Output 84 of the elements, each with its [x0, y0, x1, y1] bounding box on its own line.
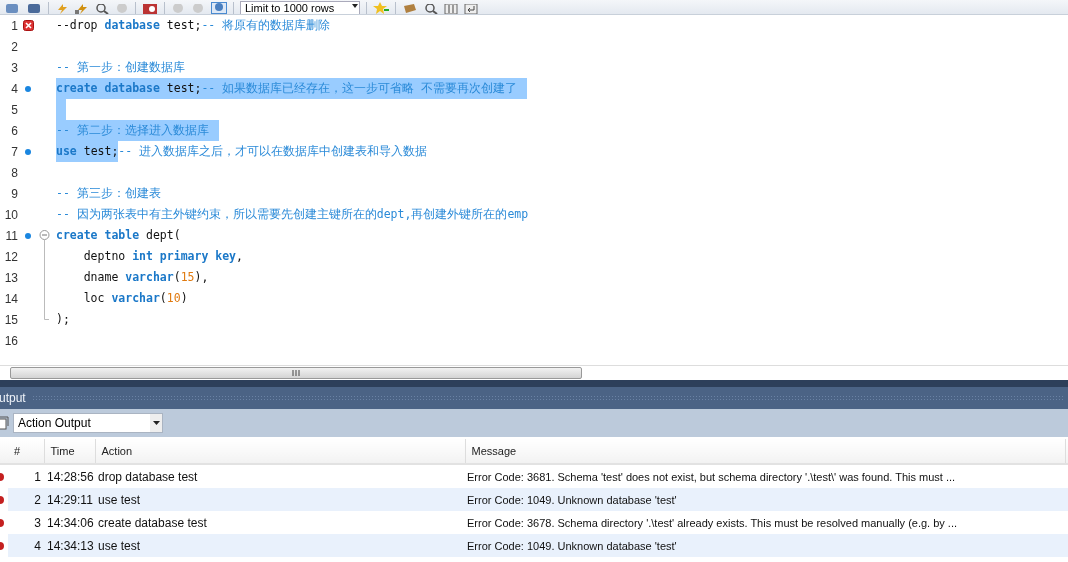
lightning-icon[interactable]	[55, 4, 69, 14]
fold-collapse-icon[interactable]	[39, 230, 50, 246]
line-number: 5	[10, 102, 18, 117]
code-text: -- 将原有的数据库删除	[201, 17, 331, 34]
table-cell: 14:28:56	[44, 464, 95, 488]
copy-icon[interactable]	[0, 416, 9, 430]
table-cell: Error Code: 1049. Unknown database 'test'	[465, 488, 1065, 511]
code-text: (	[159, 290, 167, 307]
line-number: 16	[3, 333, 18, 348]
row-limit-dropdown[interactable]: Limit to 1000 rows	[240, 1, 360, 14]
columns-icon[interactable]	[444, 4, 458, 14]
line-number: 12	[3, 249, 18, 264]
table-cell: Error Code: 1049. Unknown database 'test'	[465, 534, 1065, 557]
line-number: 14	[3, 291, 18, 306]
table-cell: 2	[8, 488, 44, 511]
code-text: ,	[236, 248, 243, 265]
star-add-icon[interactable]	[373, 2, 389, 14]
code-text: -- 第三步：创建表	[56, 185, 161, 202]
line-number: 13	[3, 270, 18, 285]
code-text: deptno	[82, 248, 127, 265]
line-number: 2	[10, 39, 18, 54]
search-icon[interactable]	[424, 4, 438, 14]
table-cell: drop database test	[95, 464, 465, 488]
code-text: )	[180, 290, 188, 307]
table-cell: 1	[8, 464, 44, 488]
lightning-cursor-icon[interactable]	[75, 4, 89, 14]
output-type-dropdown[interactable]: Action Output	[13, 413, 163, 433]
code-text: test;	[159, 78, 202, 99]
caret-icon[interactable]	[152, 420, 160, 426]
auto-commit-icon[interactable]	[211, 2, 227, 14]
panel-title: utput	[0, 391, 26, 405]
code-text: dname	[82, 269, 120, 286]
line-number: 6	[10, 123, 18, 138]
table-cell: use test	[95, 534, 465, 557]
code-text: use	[56, 141, 77, 162]
line-number: 7	[10, 144, 18, 159]
table-cell: 14:34:06	[44, 511, 95, 534]
column-header[interactable]: Time	[44, 439, 95, 464]
wrap-icon[interactable]	[464, 4, 478, 14]
table-cell: Error Code: 3681. Schema 'test' does not exist, but schema directory '.\test\' was found. This must ...	[465, 464, 1065, 488]
magnifier-icon[interactable]	[95, 4, 109, 14]
table-cell: 4	[8, 534, 44, 557]
line-number: 4	[10, 81, 18, 96]
code-text: create database	[56, 78, 160, 99]
toggle-icon[interactable]	[142, 4, 158, 14]
column-header[interactable]: Message	[465, 439, 1065, 464]
code-text: int primary key	[132, 248, 237, 265]
table-cell: 14:34:13	[44, 534, 95, 557]
column-header[interactable]: Action	[95, 439, 465, 464]
line-number: 11	[4, 228, 18, 243]
table-cell: create database test	[95, 511, 465, 534]
caret-icon[interactable]	[351, 2, 359, 10]
code-text: varchar	[111, 290, 160, 307]
table-cell: 3	[8, 511, 44, 534]
code-text: test;	[165, 17, 202, 34]
code-text: varchar	[125, 269, 174, 286]
code-text: ),	[194, 269, 209, 286]
code-text: create table	[56, 227, 140, 244]
line-number: 3	[10, 60, 18, 75]
code-text: test;	[76, 141, 119, 162]
line-number: 1	[10, 18, 18, 33]
column-header[interactable]: #	[8, 439, 44, 464]
code-text: -- 进入数据库之后，才可以在数据库中创建表和导入数据	[118, 143, 428, 160]
line-number: 15	[3, 312, 18, 327]
code-text: -- 因为两张表中有主外键约束，所以需要先创建主键所在的dept,再创建外键所在的emp	[56, 206, 529, 223]
code-text: --drop	[56, 17, 99, 34]
code-text: );	[56, 311, 70, 328]
scrollbar-thumb[interactable]	[10, 367, 582, 379]
table-cell: Error Code: 3678. Schema directory '.\test' already exists. This must be resolved manually (e.g. by ...	[465, 511, 1065, 534]
code-text: database	[104, 17, 160, 34]
line-number: 10	[3, 207, 18, 222]
grip-icon[interactable]	[292, 370, 300, 376]
code-text: (	[173, 269, 181, 286]
code-text: dept(	[145, 227, 181, 244]
line-number: 8	[10, 165, 18, 180]
code-text: -- 第一步：创建数据库	[56, 59, 185, 76]
table-cell: 14:29:11	[44, 488, 95, 511]
code-text: -- 第二步：选择进入数据库	[56, 120, 209, 141]
line-number: 9	[10, 186, 18, 201]
table-cell: use test	[95, 488, 465, 511]
code-text: 10	[166, 290, 181, 307]
code-text: -- 如果数据库已经存在，这一步可省略 不需要再次创建了	[201, 78, 518, 99]
code-text: loc	[82, 290, 106, 307]
code-text: 15	[180, 269, 195, 286]
